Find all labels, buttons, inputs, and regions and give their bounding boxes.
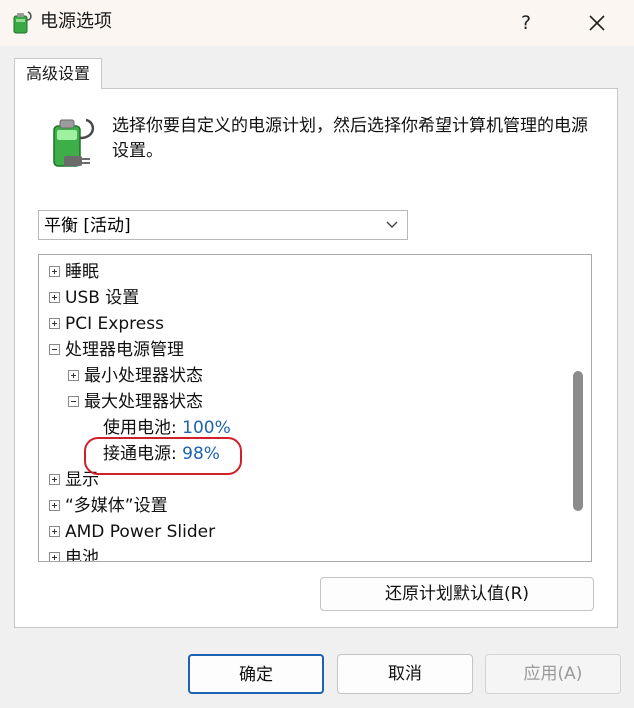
power-options-icon bbox=[13, 11, 32, 34]
expand-plus-icon[interactable] bbox=[49, 474, 60, 485]
expand-plus-icon[interactable] bbox=[49, 318, 60, 329]
scrollbar-thumb[interactable] bbox=[573, 371, 583, 511]
plan-description: 选择你要自定义的电源计划，然后选择你希望计算机管理的电源设置。 bbox=[112, 116, 588, 161]
tab-advanced-settings[interactable]: 高级设置 bbox=[14, 58, 102, 89]
expand-plus-icon[interactable] bbox=[49, 552, 60, 561]
setting-value-link[interactable]: 100% bbox=[182, 418, 231, 438]
window-title: 电源选项 bbox=[40, 11, 112, 32]
expand-plus-icon[interactable] bbox=[49, 266, 60, 277]
expand-plus-icon[interactable] bbox=[49, 526, 60, 537]
expand-plus-icon[interactable] bbox=[49, 292, 60, 303]
cancel-button[interactable]: 取消 bbox=[337, 654, 473, 694]
collapse-minus-icon[interactable] bbox=[49, 344, 60, 355]
settings-tree[interactable]: 睡眠 USB 设置 PCI Express 处理器电源管理 最小处理器状态 最大… bbox=[38, 254, 592, 562]
help-button[interactable]: ? bbox=[506, 6, 546, 40]
battery-plug-icon bbox=[53, 118, 94, 167]
collapse-minus-icon[interactable] bbox=[68, 396, 79, 407]
apply-button[interactable]: 应用(A) bbox=[485, 654, 621, 694]
highlight-annotation bbox=[84, 437, 242, 475]
chevron-down-icon bbox=[386, 221, 398, 228]
restore-defaults-button[interactable]: 还原计划默认值(R) bbox=[320, 577, 594, 611]
power-plan-dropdown[interactable]: 平衡 [活动] bbox=[38, 210, 408, 240]
title-bar: 电源选项 ? bbox=[0, 0, 634, 46]
expand-plus-icon[interactable] bbox=[49, 500, 60, 511]
setting-label: 使用电池: bbox=[103, 418, 177, 438]
power-plan-value: 平衡 [活动] bbox=[44, 216, 131, 236]
close-icon[interactable] bbox=[576, 6, 618, 40]
expand-plus-icon[interactable] bbox=[68, 370, 79, 381]
ok-button[interactable]: 确定 bbox=[188, 654, 324, 694]
